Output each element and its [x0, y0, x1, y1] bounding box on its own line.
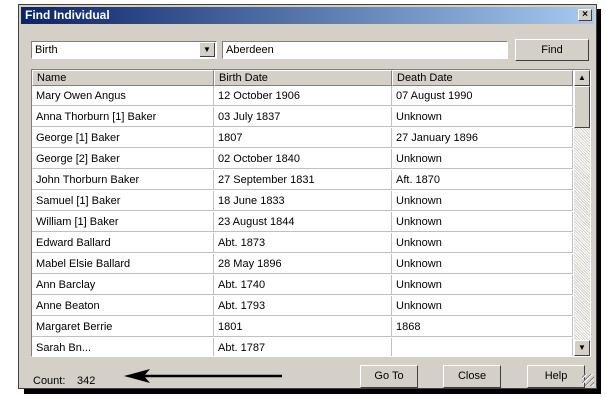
table-cell: William [1] Baker — [32, 212, 214, 232]
table-cell: Unknown — [392, 149, 573, 169]
table-cell: Abt. 1787 — [214, 338, 392, 356]
table-cell: Unknown — [392, 212, 573, 232]
table-cell: Abt. 1873 — [214, 233, 392, 253]
table-cell: 23 August 1844 — [214, 212, 392, 232]
scroll-thumb[interactable] — [574, 86, 590, 128]
table-cell: 1801 — [214, 317, 392, 337]
table-row[interactable]: George [2] Baker 02 October 1840 Unknown — [32, 149, 573, 170]
go-to-button[interactable]: Go To — [360, 365, 418, 388]
table-cell: Samuel [1] Baker — [32, 191, 214, 211]
table-cell: 27 January 1896 — [392, 128, 573, 148]
count-label: Count: — [33, 375, 66, 387]
vertical-scrollbar[interactable]: ▲ ▼ — [574, 70, 590, 356]
help-button[interactable]: Help — [527, 365, 585, 388]
table-row[interactable]: Mary Owen Angus 12 October 1906 07 August … — [32, 86, 573, 107]
table-cell: George [2] Baker — [32, 149, 214, 169]
search-field-select[interactable]: Birth ▼ — [31, 41, 217, 59]
title-bar[interactable]: Find Individual × — [21, 7, 594, 24]
table-cell: George [1] Baker — [32, 128, 214, 148]
table-cell: 03 July 1837 — [214, 107, 392, 127]
count-value: 342 — [77, 375, 96, 387]
table-row[interactable]: George [1] Baker 1807 27 January 1896 — [32, 128, 573, 149]
table-row[interactable]: Edward Ballard Abt. 1873 Unknown — [32, 233, 573, 254]
table-cell: 07 August 1990 — [392, 86, 573, 106]
table-cell: Anna Thorburn [1] Baker — [32, 107, 214, 127]
close-button[interactable]: Close — [443, 365, 501, 388]
table-row[interactable]: Margaret Berrie 1801 1868 — [32, 317, 573, 338]
table-cell: Sarah Bn... — [32, 338, 214, 356]
table-cell: Edward Ballard — [32, 233, 214, 253]
table-cell: 28 May 1896 — [214, 254, 392, 274]
search-input[interactable]: Aberdeen — [222, 41, 508, 59]
table-cell: Anne Beaton — [32, 296, 214, 316]
table-row[interactable]: John Thorburn Baker 27 September 1831 Aft.… — [32, 170, 573, 191]
table-row[interactable]: Ann Barclay Abt. 1740 Unknown — [32, 275, 573, 296]
arrow-left-icon — [124, 369, 282, 383]
scroll-up-icon[interactable]: ▲ — [574, 70, 590, 86]
table-cell: Ann Barclay — [32, 275, 214, 295]
table-cell: 18 June 1833 — [214, 191, 392, 211]
column-header-death-date[interactable]: Death Date — [392, 70, 573, 86]
table-cell: Mabel Elsie Ballard — [32, 254, 214, 274]
table-cell: Unknown — [392, 275, 573, 295]
table-cell: Unknown — [392, 296, 573, 316]
table-cell: 1868 — [392, 317, 573, 337]
find-button[interactable]: Find — [515, 39, 589, 61]
table-cell: 12 October 1906 — [214, 86, 392, 106]
table-cell: Margaret Berrie — [32, 317, 214, 337]
find-individual-dialog: Find Individual × Birth ▼ Aberdeen Find … — [18, 4, 597, 389]
table-cell: Abt. 1793 — [214, 296, 392, 316]
table-row[interactable]: Samuel [1] Baker 18 June 1833 Unknown — [32, 191, 573, 212]
resize-grip-icon[interactable] — [582, 374, 594, 386]
table-cell: Abt. 1740 — [214, 275, 392, 295]
table-cell: Unknown — [392, 254, 573, 274]
close-icon[interactable]: × — [578, 9, 592, 21]
scroll-down-icon[interactable]: ▼ — [574, 340, 590, 356]
table-row[interactable]: Anna Thorburn [1] Baker 03 July 1837 Unkno… — [32, 107, 573, 128]
table-cell: Unknown — [392, 107, 573, 127]
table-cell — [392, 338, 573, 356]
table-row[interactable]: William [1] Baker 23 August 1844 Unknown — [32, 212, 573, 233]
table-cell: Unknown — [392, 191, 573, 211]
table-cell: 02 October 1840 — [214, 149, 392, 169]
table-cell: Aft. 1870 — [392, 170, 573, 190]
column-header-name[interactable]: Name — [32, 70, 214, 86]
table-cell: Mary Owen Angus — [32, 86, 214, 106]
table-cell: 27 September 1831 — [214, 170, 392, 190]
window-title: Find Individual — [25, 8, 110, 22]
table-cell: Unknown — [392, 233, 573, 253]
chevron-down-icon[interactable]: ▼ — [200, 43, 215, 57]
table-row[interactable]: Sarah Bn... Abt. 1787 — [32, 338, 573, 356]
table-row[interactable]: Mabel Elsie Ballard 28 May 1896 Unknown — [32, 254, 573, 275]
table-cell: 1807 — [214, 128, 392, 148]
column-header-birth-date[interactable]: Birth Date — [214, 70, 392, 86]
search-field-value: Birth — [35, 44, 58, 56]
results-list[interactable]: Name Birth Date Death Date Mary Owen Ang… — [31, 69, 591, 357]
table-row[interactable]: Anne Beaton Abt. 1793 Unknown — [32, 296, 573, 317]
table-cell: John Thorburn Baker — [32, 170, 214, 190]
